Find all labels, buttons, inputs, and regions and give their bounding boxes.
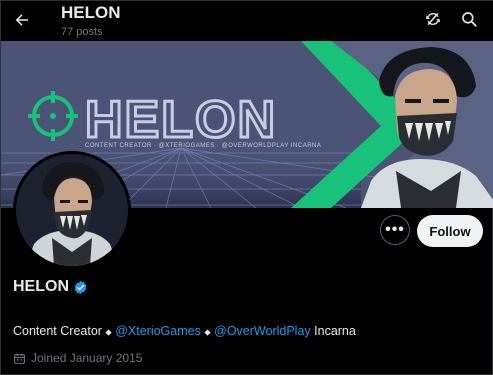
- search-button[interactable]: [457, 7, 481, 31]
- joined-text: Joined January 2015: [31, 351, 143, 365]
- profile-page: HELON 77 posts HELON CONTENT CREATOR · @…: [0, 0, 493, 375]
- verified-badge-icon: [74, 280, 87, 294]
- bio-separator: ⬥: [204, 327, 211, 337]
- post-count: 77 posts: [61, 26, 103, 38]
- mention-link-xteriogames[interactable]: @XterioGames: [115, 324, 201, 338]
- page-title: HELON: [61, 3, 121, 22]
- search-icon: [462, 12, 477, 27]
- more-options-button[interactable]: •••: [380, 215, 410, 245]
- mention-link-overworldplay[interactable]: @OverWorldPlay: [214, 324, 311, 338]
- title-block: HELON 77 posts: [61, 3, 121, 39]
- display-name-row: HELON: [13, 278, 88, 296]
- bio-separator: ⬥: [105, 327, 112, 337]
- back-button[interactable]: [9, 7, 35, 33]
- follow-button[interactable]: Follow: [417, 215, 483, 247]
- avatar[interactable]: [13, 151, 131, 269]
- sync-button[interactable]: [421, 7, 445, 31]
- bio: Content Creator ⬥ @XterioGames ⬥ @OverWo…: [13, 324, 356, 338]
- banner-logo-text: HELON: [85, 91, 277, 149]
- bio-text: Incarna: [314, 324, 356, 338]
- banner-tagline: CONTENT CREATOR · @XTERIOGAMES · @OVERWO…: [85, 143, 321, 149]
- sync-icon: [426, 12, 440, 26]
- avatar-image: [16, 154, 128, 266]
- top-bar: HELON 77 posts: [1, 1, 493, 43]
- calendar-icon: [14, 353, 25, 364]
- display-name: HELON: [13, 278, 69, 295]
- joined-date: Joined January 2015: [13, 351, 142, 365]
- bio-text: Content Creator: [13, 324, 102, 338]
- arrow-left-icon: [15, 14, 28, 26]
